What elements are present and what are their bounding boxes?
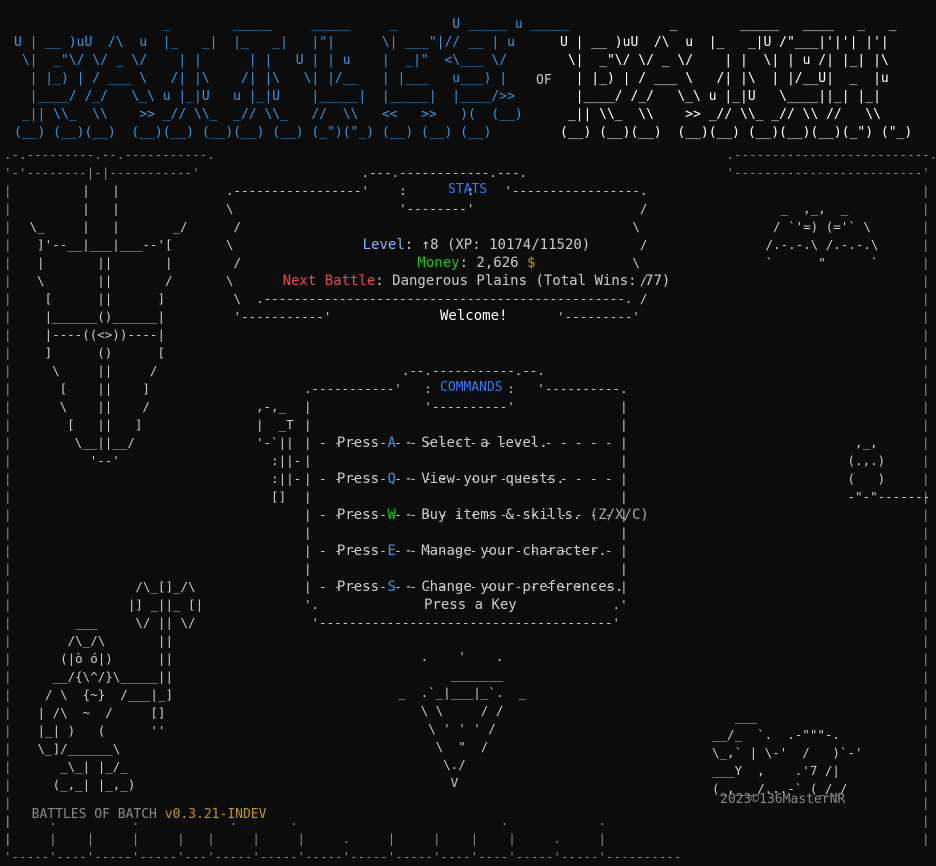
stats-header: STATS [448, 182, 488, 197]
right-border: | | | | | | | | | | | | | | | | | | | | … [922, 183, 930, 846]
command-extra: (Z/X/C) [589, 507, 649, 523]
command-buy-items[interactable]: Press W - Buy items & skills. (Z/X/C) [320, 488, 649, 524]
separator: - [404, 507, 413, 523]
press-a-key-prompt: Press a Key [424, 597, 517, 613]
key-a[interactable]: A [387, 435, 395, 451]
key-s[interactable]: S [387, 579, 395, 595]
separator: - [404, 435, 413, 451]
separator: - [404, 579, 413, 595]
command-label: Select a level. [421, 435, 548, 451]
command-label: View your quests. [421, 471, 565, 487]
knight-castle-art: /\_[]_/\ |] _||_ [| ___ \/ || \/ /\_/\ |… [37, 579, 204, 792]
press-word: Press [336, 579, 380, 595]
title-batch-art: _ _____ ____ _ _ U | __ )uU /\ u |_ _|U … [560, 17, 913, 140]
sword-art: | | | | \_ | | _/ ]'--__|___|___--'[ | |… [29, 183, 188, 468]
next-battle-value: Dangerous Plains [392, 273, 527, 289]
next-battle-label: Next Battle [282, 273, 376, 289]
separator: - [404, 543, 413, 559]
command-preferences[interactable]: Press S - Change your preferences. [320, 560, 624, 596]
icecream-art: . ' . _______ _ .`_|___|_`. _ \ \ / / \ … [398, 649, 526, 790]
press-word: Press [336, 543, 380, 559]
command-select-level[interactable]: Press A - Select a level. [320, 416, 548, 452]
command-view-quests[interactable]: Press Q - View your quests. [320, 452, 565, 488]
welcome-text: Welcome! [440, 308, 508, 324]
press-word: Press [336, 507, 380, 523]
command-manage-character[interactable]: Press E - Manage your character. [320, 524, 607, 560]
left-border: | | | | | | | | | | | | | | | | | | | | … [4, 183, 12, 846]
key-q[interactable]: Q [387, 471, 395, 487]
key-e[interactable]: E [387, 543, 395, 559]
footer-copyright: 2023©136MasterNR [720, 792, 846, 807]
mushroom-art: ,_, (.,.) ( ) -"-"------- [847, 435, 931, 504]
press-word: Press [336, 471, 380, 487]
title-of: OF [536, 73, 552, 88]
command-label: Manage your character. [421, 543, 607, 559]
key-w[interactable]: W [387, 507, 395, 523]
commands-header: COMMANDS [440, 380, 503, 395]
press-word: Press [336, 435, 380, 451]
critter-art: _ ,_, _ / `'=) (='` \ /.-.-.\ /.-.-.\ ` … [765, 201, 879, 270]
command-label: Change your preferences. [421, 579, 624, 595]
title-battles-art: _ _____ _____ _ U _____ u _____ U | __ )… [14, 17, 570, 140]
cat-art: ___ __/_ `. .-"""-. \_,` | \-' / )`-' __… [712, 709, 863, 796]
bottom-fence: | . . . . . . | | | | | | | | . | | | | … [4, 813, 682, 864]
stats-next-battle-line: Next Battle: Dangerous Plains (Total Win… [282, 273, 671, 289]
separator: - [404, 471, 413, 487]
total-wins: (Total Wins: 77) [535, 273, 671, 289]
command-label: Buy items & skills. [421, 507, 582, 523]
pole-art: ,-,_ | _T '-`|| :||- :||- [] [256, 399, 302, 504]
